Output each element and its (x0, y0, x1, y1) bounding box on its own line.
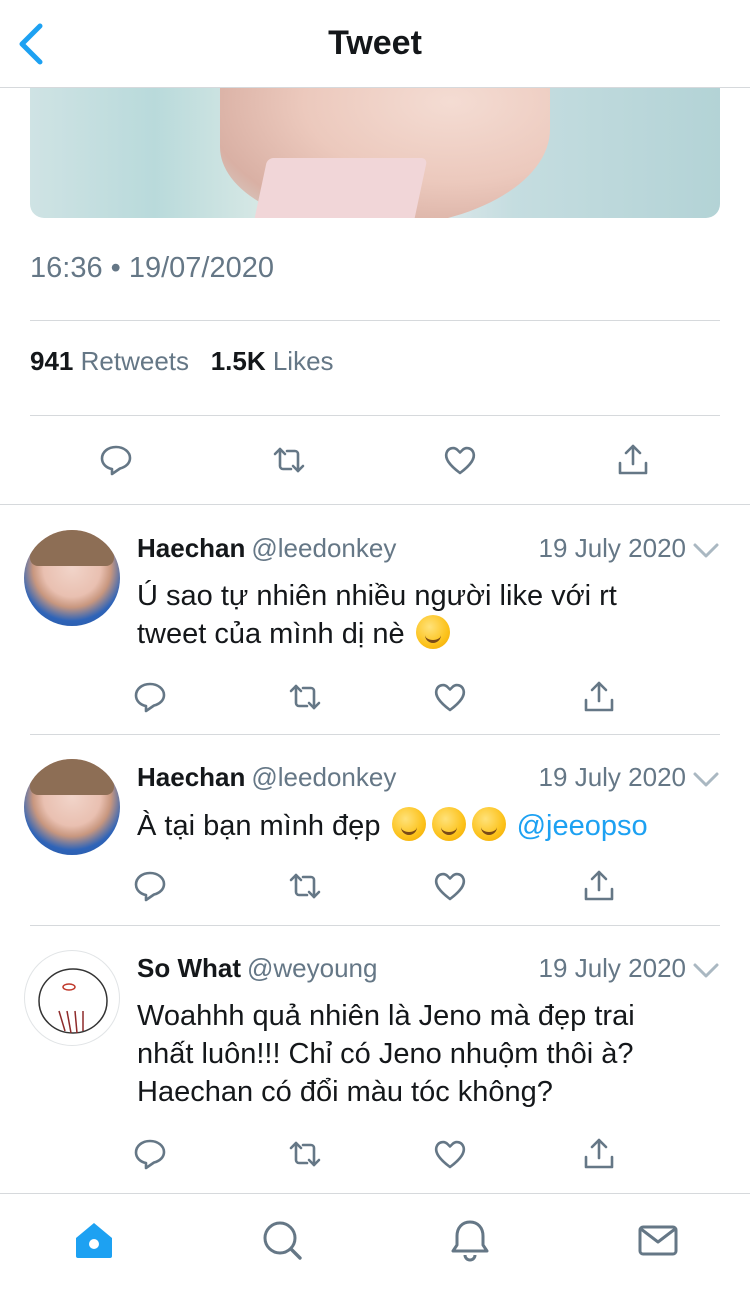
retweet-icon (289, 684, 321, 710)
tab-notifications[interactable] (446, 1216, 494, 1264)
retweet-button[interactable] (269, 440, 309, 480)
reply-text-line: Woahhh quả nhiên là Jeno mà đẹp trai (137, 1000, 635, 1032)
share-icon (618, 444, 648, 475)
retweets-stat[interactable]: 941 Retweets (30, 346, 189, 376)
reply-button[interactable] (96, 440, 136, 480)
heart-icon (434, 872, 466, 901)
rolling-on-floor-laughing-emoji (431, 807, 466, 841)
reply-date: 19 July 2020 (538, 762, 686, 792)
home-icon (76, 1223, 112, 1258)
chevron-down-icon[interactable] (692, 961, 720, 981)
reply-icon (134, 1139, 166, 1170)
mention-link[interactable]: @jeeopso (517, 810, 648, 842)
heart-icon (434, 683, 466, 712)
avatar-drawing (38, 968, 108, 1034)
thinking-face-emoji (415, 615, 450, 649)
likes-label: Likes (272, 346, 334, 376)
reply-text: Ú sao tự nhiên nhiều người like với rt t… (137, 577, 727, 653)
author-handle: @leedonkey (251, 533, 397, 563)
share-button[interactable] (579, 1134, 619, 1174)
retweet-icon (289, 1141, 321, 1167)
reply-text-content: À tại bạn mình đẹp (137, 810, 381, 842)
tab-search[interactable] (258, 1216, 306, 1264)
heart-icon (434, 1140, 466, 1169)
likes-count: 1.5K (210, 346, 266, 376)
like-button[interactable] (430, 1134, 470, 1174)
reply-text-line: nhất luôn!!! Chỉ có Jeno nhuộm thôi à? (137, 1038, 634, 1070)
retweets-count: 941 (30, 346, 74, 376)
reply-button[interactable] (130, 866, 170, 906)
reply-author[interactable]: Haechan @leedonkey (137, 762, 396, 793)
search-icon (263, 1221, 302, 1260)
rolling-on-floor-laughing-emoji (471, 807, 506, 841)
reply-tweet[interactable]: Haechan @leedonkey 19 July 2020 À tại bạn… (0, 735, 750, 925)
author-handle: @weyoung (247, 953, 378, 983)
avatar[interactable] (24, 530, 120, 626)
reply-actions (0, 866, 750, 910)
notifications-icon (451, 1220, 489, 1262)
reply-author[interactable]: Haechan @leedonkey (137, 533, 396, 564)
tab-home[interactable] (70, 1216, 118, 1264)
messages-icon (638, 1225, 678, 1256)
page-title: Tweet (328, 24, 422, 62)
author-name: So What (137, 953, 241, 983)
retweet-button[interactable] (285, 677, 325, 717)
main-tweet-actions (0, 440, 750, 484)
reply-tweet[interactable]: Haechan @leedonkey 19 July 2020 Ú sao tự … (0, 505, 750, 735)
share-button[interactable] (579, 677, 619, 717)
retweet-icon (273, 447, 305, 473)
avatar[interactable] (24, 759, 120, 855)
avatar-hair-shape (30, 530, 114, 566)
like-button[interactable] (430, 866, 470, 906)
retweets-label: Retweets (80, 346, 190, 376)
reply-author[interactable]: So What @weyoung (137, 953, 377, 984)
avatar-hair-shape (30, 759, 114, 795)
reply-text-line: tweet của mình dị nè (137, 615, 727, 653)
reply-button[interactable] (130, 1134, 170, 1174)
reply-text: À tại bạn mình đẹp @jeeopso (137, 807, 727, 845)
reply-icon (134, 871, 166, 902)
divider (30, 415, 720, 416)
retweet-button[interactable] (285, 866, 325, 906)
like-button[interactable] (440, 440, 480, 480)
media-collar-shape (252, 158, 428, 218)
reply-date: 19 July 2020 (538, 953, 686, 983)
tweet-media-image[interactable] (30, 88, 720, 218)
bottom-tab-bar (0, 1193, 750, 1293)
reply-button[interactable] (130, 677, 170, 717)
like-button[interactable] (430, 677, 470, 717)
reply-text-line-content: tweet của mình dị nè (137, 618, 405, 650)
share-button[interactable] (613, 440, 653, 480)
reply-actions (0, 677, 750, 721)
author-name: Haechan (137, 533, 246, 563)
chevron-down-icon[interactable] (692, 541, 720, 561)
tweet-timestamp: 16:36 • 19/07/2020 (30, 252, 274, 284)
likes-stat[interactable]: 1.5K Likes (211, 346, 334, 376)
avatar[interactable] (24, 950, 120, 1046)
heart-icon (444, 446, 476, 475)
share-icon (584, 870, 614, 901)
reply-actions (0, 1134, 750, 1178)
reply-text: Woahhh quả nhiên là Jeno mà đẹp trai nhấ… (137, 997, 727, 1111)
reply-text-line: Haechan có đổi màu tóc không? (137, 1076, 553, 1108)
top-nav-bar: Tweet (0, 0, 750, 88)
reply-tweet[interactable]: So What @weyoung 19 July 2020 Woahhh quả … (0, 926, 750, 1192)
reply-icon (100, 445, 132, 476)
author-name: Haechan (137, 762, 246, 792)
tab-messages[interactable] (634, 1216, 682, 1264)
reply-date: 19 July 2020 (538, 533, 686, 563)
share-button[interactable] (579, 866, 619, 906)
share-icon (584, 1138, 614, 1169)
reply-icon (134, 682, 166, 713)
retweet-button[interactable] (285, 1134, 325, 1174)
author-handle: @leedonkey (251, 762, 397, 792)
divider (30, 320, 720, 321)
share-icon (584, 681, 614, 712)
chevron-down-icon[interactable] (692, 770, 720, 790)
tweet-stats: 941 Retweets 1.5K Likes (30, 346, 334, 377)
retweet-icon (289, 873, 321, 899)
rolling-on-floor-laughing-emoji (391, 807, 426, 841)
reply-text-line: Ú sao tự nhiên nhiều người like với rt (137, 580, 617, 612)
